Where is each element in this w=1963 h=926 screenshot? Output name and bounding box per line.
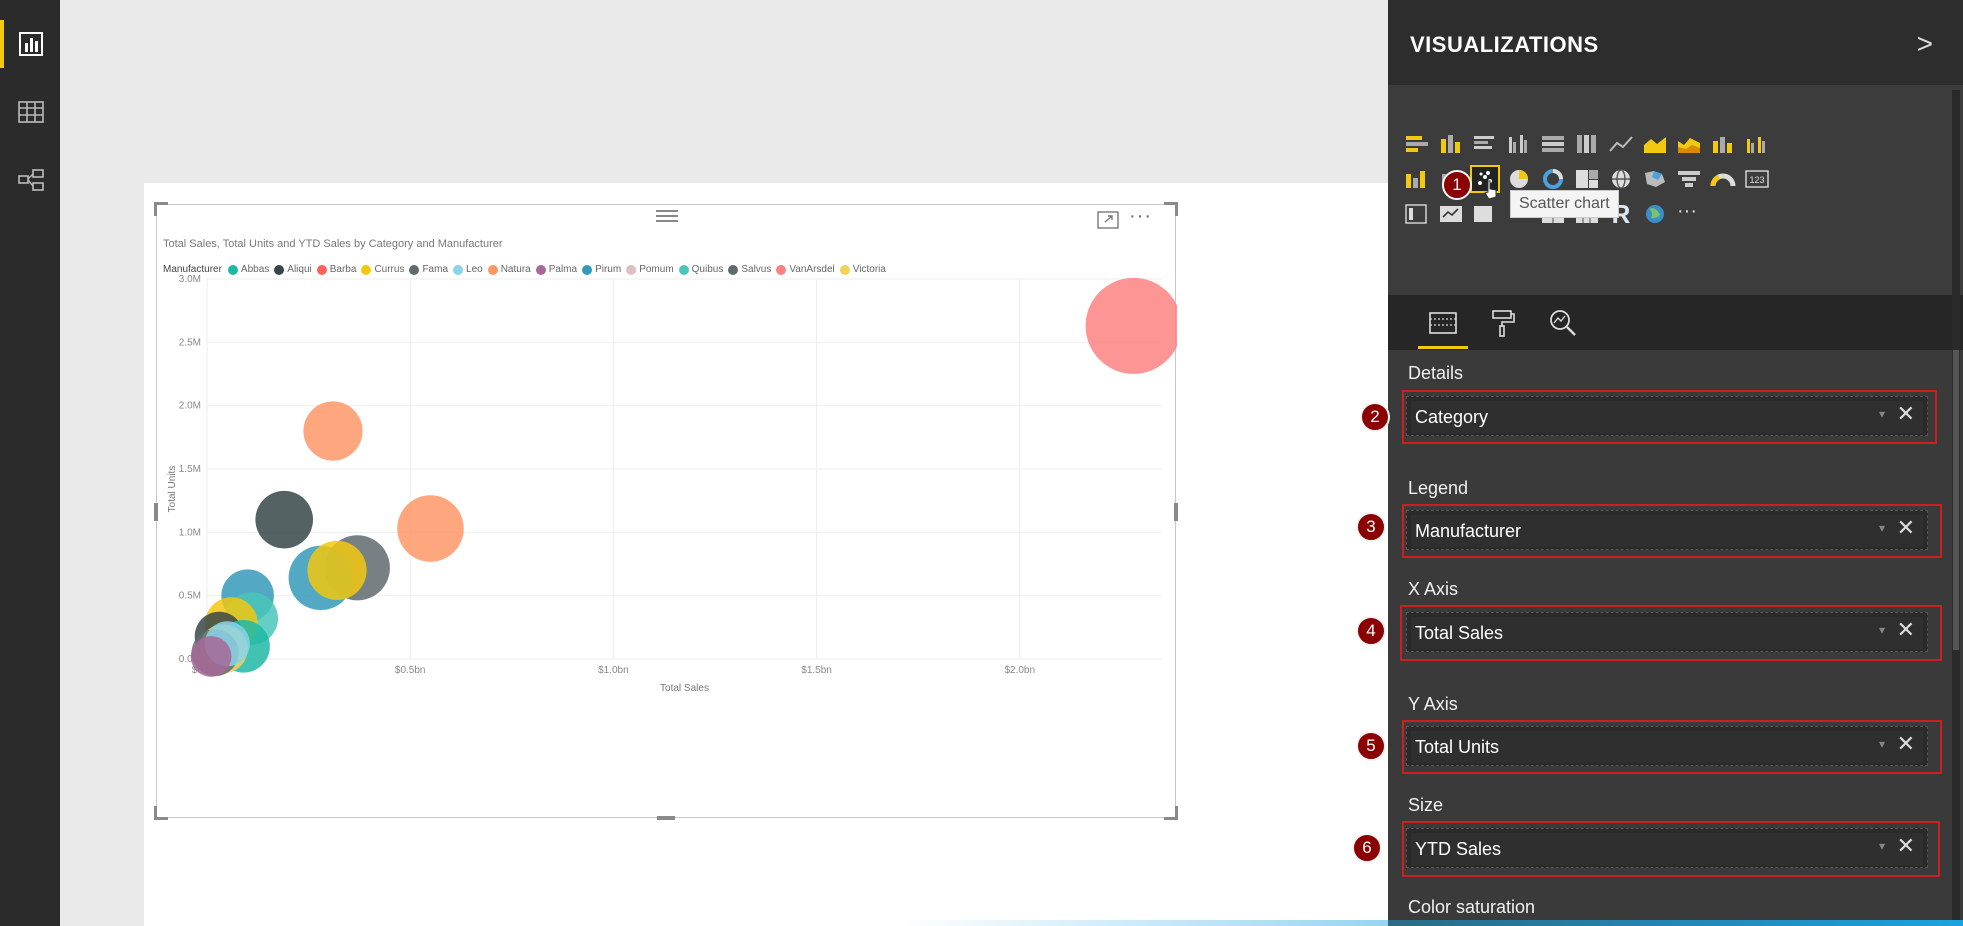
relationships-icon <box>18 169 44 191</box>
highlight-box-details <box>1402 390 1937 444</box>
x-tick-label: $1.0bn <box>598 665 629 676</box>
y-tick-label: 2.0M <box>179 401 201 412</box>
legend-well-label: Legend <box>1408 478 1469 498</box>
field-wells: Details Category ▾ ✕ 2 Legend Manufactur… <box>1352 350 1950 926</box>
multi-row-card-icon[interactable] <box>1402 200 1432 228</box>
pane-title: VISUALIZATIONS <box>1410 32 1599 57</box>
scatter-visual[interactable]: ··· Total Sales, Total Units and YTD Sal… <box>154 202 1178 820</box>
stacked-bar-chart-icon[interactable] <box>1402 130 1432 158</box>
report-view-button[interactable] <box>0 20 54 68</box>
pane-header: VISUALIZATIONS > <box>1388 0 1963 85</box>
highlight-box-x-axis <box>1400 605 1942 661</box>
y-tick-label: 2.5M <box>179 337 201 348</box>
pane-scrollbar-thumb[interactable] <box>1953 350 1959 650</box>
color-saturation-well-label: Color saturation <box>1408 897 1536 917</box>
step-badge-1: 1 <box>1442 170 1472 200</box>
step-badge-3: 3 <box>1356 512 1386 542</box>
y-axis-title: Total Units <box>167 466 178 513</box>
clustered-bar-chart-icon[interactable] <box>1470 130 1500 158</box>
y-tick-label: 1.0M <box>179 527 201 538</box>
scatter-bubble[interactable] <box>190 636 232 677</box>
stacked-area-chart-icon[interactable] <box>1674 130 1704 158</box>
x-tick-label: $0.5bn <box>395 665 426 676</box>
y-tick-label: 0.5M <box>179 591 201 602</box>
size-well-label: Size <box>1408 795 1444 815</box>
highlight-box-y-axis <box>1402 720 1942 774</box>
100-stacked-bar-chart-icon[interactable] <box>1538 130 1568 158</box>
x-axis-well-label: X Axis <box>1408 579 1459 599</box>
step-badge-5: 5 <box>1356 731 1386 761</box>
accent-bar <box>900 920 1963 926</box>
highlight-box-legend <box>1402 504 1942 558</box>
scatter-plot-area[interactable]: 0.0M0.5M1.0M1.5M2.0M2.5M3.0M$0.0bn$0.5bn… <box>157 205 1177 819</box>
data-view-button[interactable] <box>8 88 54 136</box>
pie-chart-icon[interactable] <box>1504 165 1534 193</box>
relationships-view-button[interactable] <box>8 156 54 204</box>
more-visuals-icon[interactable]: ··· <box>1672 197 1702 225</box>
y-tick-label: 1.5M <box>179 464 201 475</box>
report-canvas: ··· Total Sales, Total Units and YTD Sal… <box>60 0 1434 926</box>
details-well-label: Details <box>1408 363 1464 383</box>
funnel-icon[interactable] <box>1674 165 1704 193</box>
scatter-chart-tooltip: Scatter chart <box>1510 190 1619 218</box>
fields-well-icon <box>1429 312 1457 334</box>
step-badge-6: 6 <box>1352 833 1382 863</box>
pane-tabs <box>1388 295 1963 350</box>
scatter-bubble[interactable] <box>303 401 363 461</box>
clustered-column-chart-icon[interactable] <box>1504 130 1534 158</box>
analytics-tab[interactable] <box>1538 301 1588 345</box>
ribbon-chart-icon[interactable] <box>1402 165 1432 193</box>
bar-chart-icon <box>19 32 43 56</box>
scatter-bubble[interactable] <box>397 495 464 562</box>
analytics-magnifier-icon <box>1550 310 1576 336</box>
left-nav <box>0 0 60 926</box>
highlight-box-size <box>1402 821 1940 877</box>
gauge-icon[interactable] <box>1708 165 1738 193</box>
visual-type-gallery: 123 R ··· 1 Scatter chart <box>1388 85 1963 295</box>
stacked-column-chart-icon[interactable] <box>1436 130 1466 158</box>
scatter-bubble[interactable] <box>307 540 367 600</box>
arcgis-map-icon[interactable] <box>1640 200 1670 228</box>
x-tick-label: $1.5bn <box>801 665 832 676</box>
y-tick-label: 3.0M <box>179 274 201 285</box>
visualizations-pane: VISUALIZATIONS > 123 R ··· 1 Scatter cha… <box>1352 0 1963 926</box>
x-axis-title: Total Sales <box>660 683 709 694</box>
slicer-icon[interactable] <box>1470 200 1500 228</box>
hand-cursor-icon <box>1484 180 1497 200</box>
filled-map-icon[interactable] <box>1640 165 1670 193</box>
card-icon[interactable]: 123 <box>1742 165 1772 193</box>
paint-roller-icon <box>1492 310 1515 337</box>
scatter-bubble[interactable] <box>255 490 314 549</box>
svg-text:123: 123 <box>1749 175 1764 185</box>
area-chart-icon[interactable] <box>1640 130 1670 158</box>
treemap-icon[interactable] <box>1572 165 1602 193</box>
line-and-clustered-column-chart-icon[interactable] <box>1742 130 1772 158</box>
format-tab[interactable] <box>1478 301 1528 345</box>
x-tick-label: $2.0bn <box>1004 665 1035 676</box>
powerbi-app: ··· Total Sales, Total Units and YTD Sal… <box>0 0 1963 926</box>
y-axis-well-label: Y Axis <box>1408 694 1458 714</box>
map-icon[interactable] <box>1606 165 1636 193</box>
kpi-icon[interactable] <box>1436 200 1466 228</box>
table-grid-icon <box>18 101 44 123</box>
donut-chart-icon[interactable] <box>1538 165 1568 193</box>
line-and-stacked-column-chart-icon[interactable] <box>1708 130 1738 158</box>
fields-tab[interactable] <box>1418 301 1468 349</box>
scatter-bubble[interactable] <box>1085 277 1177 374</box>
line-chart-icon[interactable] <box>1606 130 1636 158</box>
100-stacked-column-chart-icon[interactable] <box>1572 130 1602 158</box>
step-badge-4: 4 <box>1356 616 1386 646</box>
step-badge-2: 2 <box>1360 402 1390 432</box>
collapse-pane-button[interactable]: > <box>1917 28 1933 60</box>
